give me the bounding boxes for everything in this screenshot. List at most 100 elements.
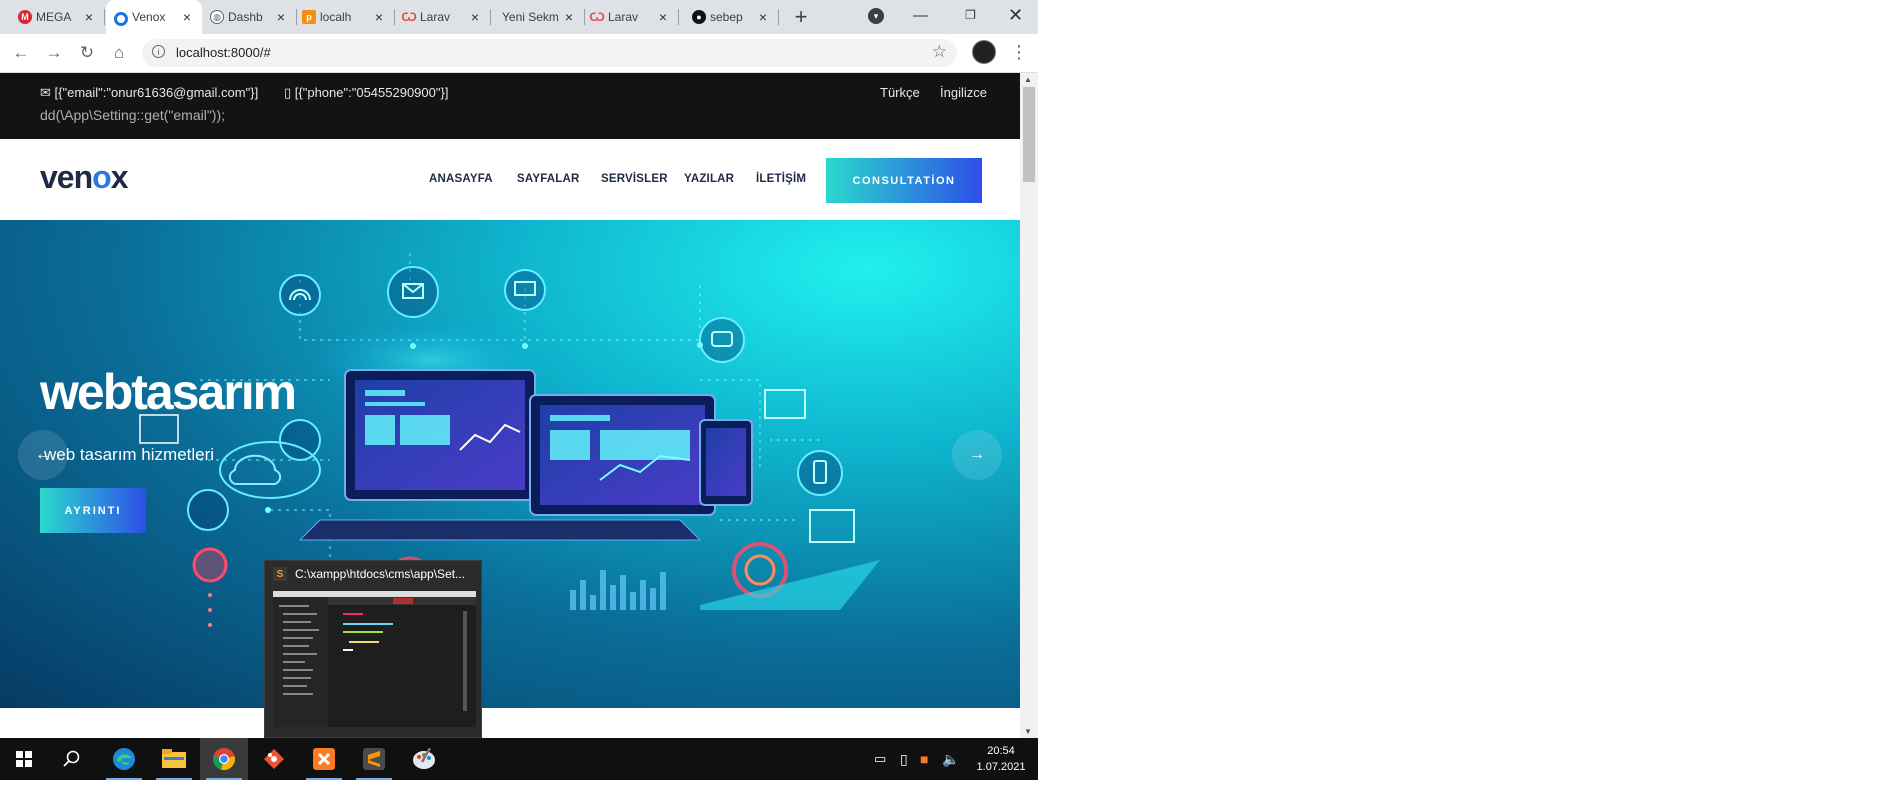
github-icon: ● xyxy=(692,10,706,24)
url-text: localhost:8000/# xyxy=(176,45,271,60)
bookmark-star-icon[interactable]: ☆ xyxy=(932,42,947,62)
scroll-up-icon[interactable]: ▲ xyxy=(1024,75,1032,84)
info-icon[interactable]: i xyxy=(152,45,165,58)
search-icon[interactable] xyxy=(48,738,96,780)
tab-title: localh xyxy=(320,10,352,24)
forward-button[interactable]: → xyxy=(41,41,67,65)
close-icon[interactable]: × xyxy=(180,9,194,25)
scroll-thumb[interactable] xyxy=(1023,87,1035,182)
restore-button[interactable]: ❐ xyxy=(948,0,993,30)
network-icon[interactable]: ▭ xyxy=(874,751,886,767)
tab-title: MEGA xyxy=(36,10,72,24)
tab-title: Larav xyxy=(420,10,451,24)
chrome-loading-icon xyxy=(114,12,128,26)
profile-avatar[interactable] xyxy=(972,40,996,64)
tab-venox[interactable]: Venox × xyxy=(106,0,202,34)
phpmyadmin-icon: p xyxy=(302,10,316,24)
tab-laravel-2[interactable]: Ѡ Larav × xyxy=(586,0,679,34)
nav-posts[interactable]: YAZILAR xyxy=(684,173,734,185)
scroll-down-icon[interactable]: ▼ xyxy=(1024,727,1032,736)
hero-title: webtasarım xyxy=(40,364,297,420)
minimize-button[interactable]: — xyxy=(898,0,943,30)
nav-pages[interactable]: SAYFALAR xyxy=(517,173,580,185)
preview-title: C:\xampp\htdocs\cms\app\Set... xyxy=(295,567,466,581)
laravel-icon: Ѡ xyxy=(589,10,605,24)
sublime-text-icon[interactable] xyxy=(350,738,398,780)
volume-icon[interactable]: 🔈 xyxy=(942,751,959,768)
close-icon[interactable]: × xyxy=(274,9,288,25)
edge-icon[interactable] xyxy=(100,738,148,780)
browser-tab-strip: M MEGA × Venox × ◍ Dashb × p localh × Ѡ … xyxy=(0,0,1038,34)
xampp-icon[interactable] xyxy=(300,738,348,780)
close-window-button[interactable]: ✕ xyxy=(993,0,1038,30)
battery-icon[interactable]: ▯ xyxy=(900,751,908,768)
tab-mega[interactable]: M MEGA × xyxy=(14,0,105,34)
close-icon[interactable]: × xyxy=(372,9,386,25)
nav-home[interactable]: ANASAYFA xyxy=(429,173,493,185)
paint-icon[interactable] xyxy=(400,738,448,780)
tab-search-icon[interactable]: ▾ xyxy=(868,8,884,24)
nav-contact[interactable]: İLETİŞİM xyxy=(756,173,806,185)
site-logo[interactable]: venox xyxy=(40,159,128,196)
menu-kebab-icon[interactable]: ⋮ xyxy=(1010,42,1028,63)
reload-button[interactable]: ↻ xyxy=(74,41,100,65)
envelope-icon: ✉ xyxy=(40,85,51,100)
page-viewport: ✉ [{"email":"onur61636@gmail.com"}] ▯ [{… xyxy=(0,73,1020,738)
close-icon[interactable]: × xyxy=(82,9,96,25)
tab-laravel-1[interactable]: Ѡ Larav × xyxy=(398,0,491,34)
check-icon xyxy=(279,419,321,461)
tab-dashboard[interactable]: ◍ Dashb × xyxy=(206,0,297,34)
page-scrollbar[interactable]: ▲ ▼ xyxy=(1020,73,1038,738)
phone-icon xyxy=(797,450,843,496)
sublime-text-icon: S xyxy=(273,567,287,581)
close-icon[interactable]: × xyxy=(468,9,482,25)
new-tab-button[interactable]: + xyxy=(788,4,814,30)
git-icon[interactable] xyxy=(250,738,298,780)
tab-github[interactable]: ● sebep × xyxy=(688,0,779,34)
site-topbar: ✉ [{"email":"onur61636@gmail.com"}] ▯ [{… xyxy=(0,73,1020,139)
browser-toolbar: ← → ↻ ⌂ i localhost:8000/# ☆ ⋮ xyxy=(0,34,1038,73)
tab-title: sebep xyxy=(710,10,743,24)
file-explorer-icon[interactable] xyxy=(150,738,198,780)
email-contact: ✉ [{"email":"onur61636@gmail.com"}] xyxy=(40,85,258,101)
lang-turkish[interactable]: Türkçe xyxy=(880,85,920,100)
phone-text: [{"phone":"05455290900"}] xyxy=(294,85,449,100)
screen: M MEGA × Venox × ◍ Dashb × p localh × Ѡ … xyxy=(0,0,1038,780)
tab-title: Yeni Sekm xyxy=(502,10,558,24)
address-bar[interactable]: i localhost:8000/# ☆ xyxy=(142,39,957,67)
nav-services[interactable]: SERVİSLER xyxy=(601,173,668,185)
hero-subtitle: web tasarım hizmetleri xyxy=(44,445,215,464)
clock-date: 1.07.2021 xyxy=(976,761,1026,773)
globe-icon: ◍ xyxy=(210,10,224,24)
preview-header: S C:\xampp\htdocs\cms\app\Set... xyxy=(273,567,465,581)
chat-icon xyxy=(699,317,745,363)
close-icon[interactable]: × xyxy=(656,9,670,25)
preview-thumbnail xyxy=(273,591,476,727)
tab-new[interactable]: Yeni Sekm × xyxy=(490,0,585,34)
consultation-button[interactable]: CONSULTATİON xyxy=(826,158,982,203)
phone-contact: ▯ [{"phone":"05455290900"}] xyxy=(284,85,448,101)
close-icon[interactable]: × xyxy=(562,9,576,25)
hero-details-button[interactable]: AYRINTI xyxy=(40,488,146,533)
taskbar-window-preview[interactable]: S C:\xampp\htdocs\cms\app\Set... xyxy=(264,560,482,738)
tab-title: Venox xyxy=(132,10,166,24)
slider-prev-arrow-icon[interactable]: ← xyxy=(18,430,68,480)
back-button[interactable]: ← xyxy=(8,41,34,65)
windows-start-icon[interactable] xyxy=(0,738,48,780)
email-text: [{"email":"onur61636@gmail.com"}] xyxy=(54,85,259,100)
windows-taskbar: ▭ ▯ ■ 🔈 20:54 1.07.2021 xyxy=(0,738,1038,780)
chrome-icon[interactable] xyxy=(200,738,248,780)
lang-english[interactable]: İngilizce xyxy=(940,85,987,100)
mega-icon: M xyxy=(18,10,32,24)
tab-title: Dashb xyxy=(228,10,263,24)
xampp-tray-icon[interactable]: ■ xyxy=(920,751,928,767)
close-icon[interactable]: × xyxy=(756,9,770,25)
mobile-icon: ▯ xyxy=(284,85,292,100)
list-icon xyxy=(187,489,229,531)
home-button[interactable]: ⌂ xyxy=(106,41,132,65)
tab-localhost[interactable]: p localh × xyxy=(298,0,395,34)
slider-next-arrow-icon[interactable]: → xyxy=(952,430,1002,480)
debug-output: dd(\App\Setting::get("email")); xyxy=(40,107,226,123)
system-clock[interactable]: 20:54 1.07.2021 xyxy=(970,743,1032,775)
site-header: venox ANASAYFA SAYFALAR SERVİSLER YAZILA… xyxy=(0,139,1020,220)
